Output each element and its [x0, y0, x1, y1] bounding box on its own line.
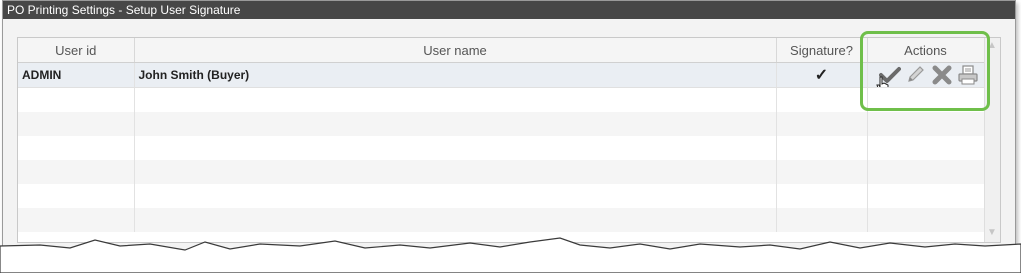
vertical-scrollbar[interactable]: ▲ ▼	[984, 38, 1000, 242]
user-signature-grid: User id User name Signature? Actions ADM…	[17, 37, 1001, 243]
table-row	[18, 87, 985, 112]
col-header-signature[interactable]: Signature?	[776, 38, 868, 63]
pencil-icon[interactable]	[904, 64, 928, 86]
table-row	[18, 208, 985, 232]
header-row: User id User name Signature? Actions	[18, 38, 985, 63]
actions-group	[872, 64, 980, 87]
window-title: PO Printing Settings - Setup User Signat…	[3, 1, 1015, 19]
scroll-up-arrow-icon[interactable]: ▲	[987, 40, 997, 51]
hand-cursor-icon	[875, 76, 890, 87]
table-row	[18, 184, 985, 208]
col-header-user-id[interactable]: User id	[18, 38, 135, 63]
col-header-actions: Actions	[867, 38, 985, 63]
printer-icon[interactable]	[956, 64, 980, 86]
cell-actions	[867, 62, 985, 88]
table-row	[18, 136, 985, 160]
setup-user-signature-window: PO Printing Settings - Setup User Signat…	[2, 0, 1016, 264]
table-row	[18, 112, 985, 136]
cell-user-name: John Smith (Buyer)	[134, 62, 777, 88]
col-header-user-name[interactable]: User name	[134, 38, 777, 63]
delete-x-icon[interactable]	[930, 64, 954, 86]
table-row[interactable]: ADMIN John Smith (Buyer) ✓	[18, 62, 985, 88]
user-signature-table: User id User name Signature? Actions ADM…	[18, 38, 985, 232]
torn-edge	[0, 237, 1021, 273]
table-row	[18, 160, 985, 184]
cell-signature-check: ✓	[776, 62, 868, 88]
cell-user-id: ADMIN	[18, 62, 135, 88]
